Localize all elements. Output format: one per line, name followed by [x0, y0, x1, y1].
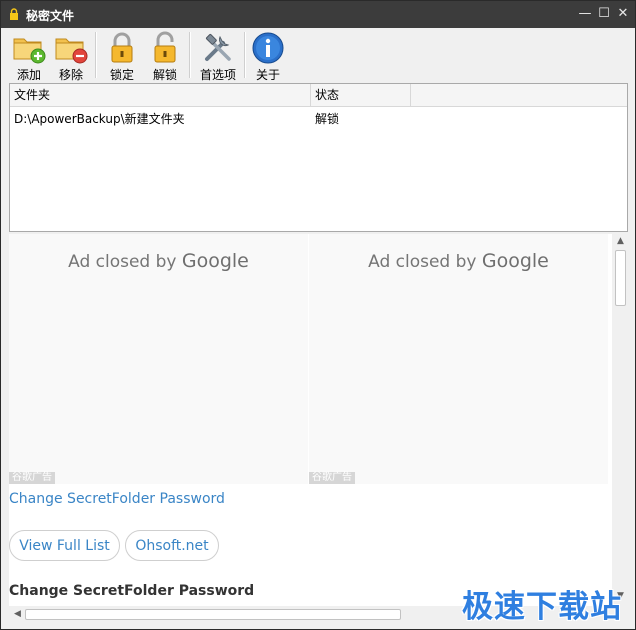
unlock-button[interactable]: 解锁 [145, 31, 185, 82]
google-logo: Google [181, 250, 249, 272]
toolbar-separator [189, 32, 191, 78]
status-cell: 解锁 [315, 112, 340, 126]
app-window: 秘密文件 — ☐ ✕ 添加 移除 锁定 解锁 首选项 关于 文件夹 状态 D:\… [0, 0, 636, 630]
preferences-label: 首选项 [199, 68, 236, 82]
site-watermark: 极速下载站 [462, 589, 622, 625]
folder-path-cell: D:\ApowerBackup\新建文件夹 [14, 112, 185, 126]
folder-remove-icon [55, 38, 88, 64]
title-bar[interactable]: 秘密文件 — ☐ ✕ [1, 1, 635, 28]
close-button[interactable]: ✕ [615, 6, 631, 22]
view-full-list-button[interactable]: View Full List [9, 530, 120, 561]
ad-badge: 谷歌广告 [309, 472, 355, 484]
horizontal-scroll-thumb[interactable] [25, 609, 401, 620]
section-heading: Change SecretFolder Password [9, 583, 255, 599]
maximize-button[interactable]: ☐ [596, 6, 612, 22]
minimize-button[interactable]: — [577, 6, 593, 22]
vertical-scrollbar[interactable]: ▲ ▼ [612, 234, 629, 606]
ad-slot: Ad closed by Google 谷歌广告 [309, 234, 608, 484]
window-title: 秘密文件 [26, 9, 75, 23]
lock-icon [10, 8, 18, 20]
unlock-label: 解锁 [152, 68, 177, 82]
change-password-link[interactable]: Change SecretFolder Password [9, 491, 225, 507]
remove-button[interactable]: 移除 [51, 31, 91, 82]
ad-closed-text: Ad closed by Google [309, 250, 608, 272]
toolbar-separator [95, 32, 97, 78]
info-icon [252, 32, 284, 64]
ad-closed-text: Ad closed by Google [9, 250, 308, 272]
tools-icon [205, 33, 231, 61]
scroll-left-icon[interactable]: ◀ [9, 609, 26, 619]
toolbar: 添加 移除 锁定 解锁 首选项 关于 [1, 28, 635, 83]
web-content-pane: Ad closed by Google 谷歌广告 Ad closed by Go… [9, 234, 612, 606]
about-label: 关于 [255, 68, 280, 82]
ad-slot: Ad closed by Google 谷歌广告 [9, 234, 308, 484]
lock-button[interactable]: 锁定 [102, 31, 142, 82]
google-logo: Google [481, 250, 549, 272]
vertical-scroll-thumb[interactable] [615, 250, 626, 306]
column-header-status[interactable]: 状态 [311, 84, 411, 106]
padlock-closed-icon [111, 32, 133, 63]
ad-badge: 谷歌广告 [9, 472, 55, 484]
scroll-up-icon[interactable]: ▲ [612, 236, 629, 246]
remove-label: 移除 [58, 68, 83, 82]
toolbar-separator [244, 32, 246, 78]
folder-list[interactable]: 文件夹 状态 D:\ApowerBackup\新建文件夹 解锁 [9, 83, 628, 232]
ad-closed-prefix: Ad closed by [68, 252, 177, 272]
column-header-folder[interactable]: 文件夹 [10, 84, 311, 106]
list-header: 文件夹 状态 [10, 84, 627, 107]
add-label: 添加 [16, 68, 41, 82]
add-button[interactable]: 添加 [9, 31, 49, 82]
padlock-open-icon [154, 31, 176, 63]
preferences-button[interactable]: 首选项 [195, 31, 241, 82]
table-row[interactable]: D:\ApowerBackup\新建文件夹 解锁 [10, 108, 627, 130]
ohsoft-link-button[interactable]: Ohsoft.net [125, 530, 219, 561]
about-button[interactable]: 关于 [249, 31, 287, 82]
folder-add-icon [13, 38, 46, 64]
lock-label: 锁定 [109, 68, 134, 82]
ad-closed-prefix: Ad closed by [368, 252, 477, 272]
